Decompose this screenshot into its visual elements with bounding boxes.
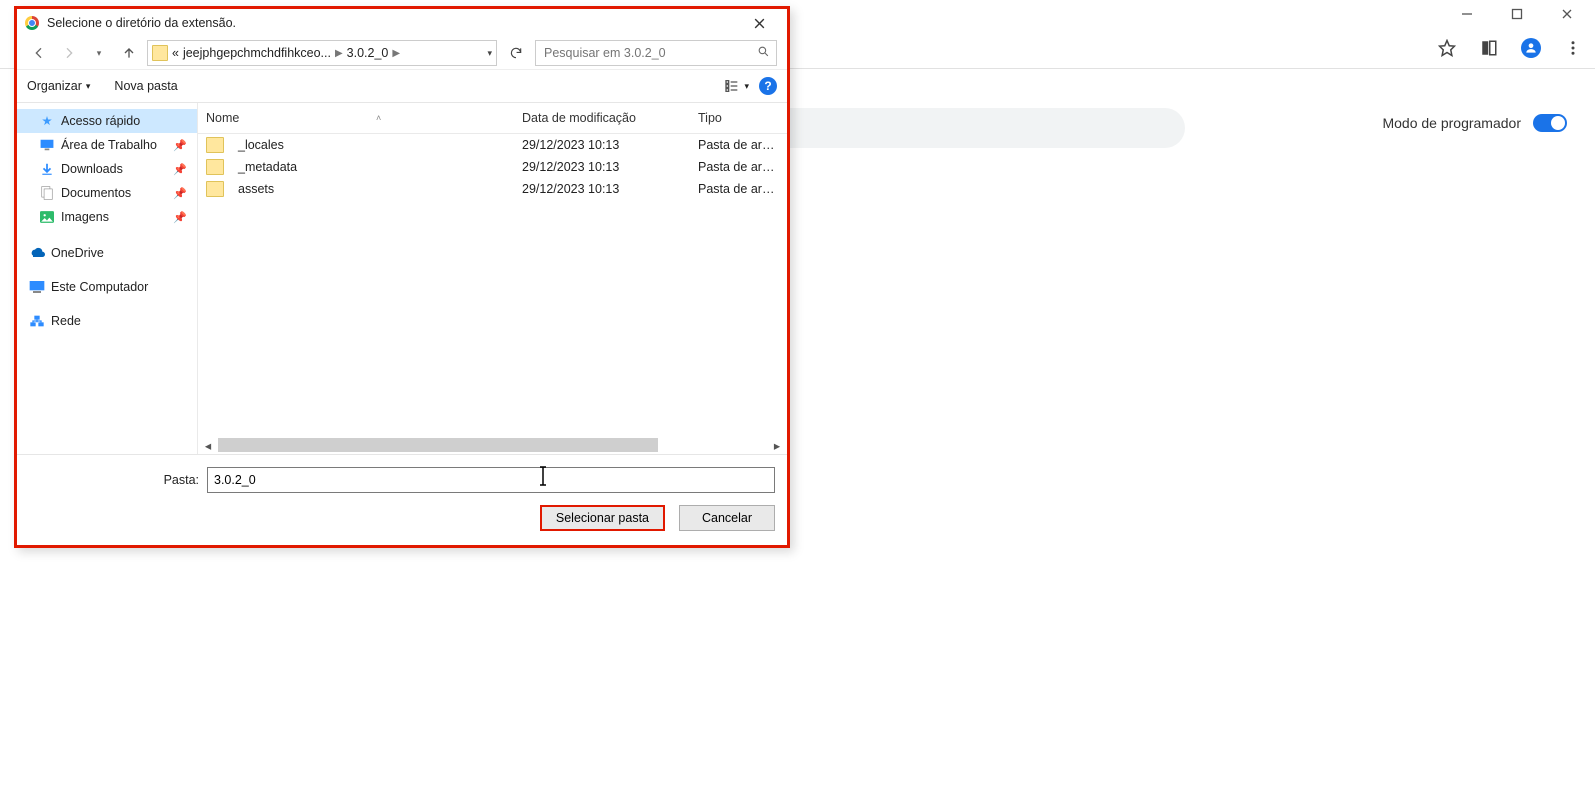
desktop-icon — [39, 137, 55, 153]
folder-field-label: Pasta: — [29, 473, 199, 487]
sidebar-item-label: Downloads — [61, 162, 123, 176]
chevron-right-icon: ▶ — [335, 48, 343, 59]
scroll-thumb[interactable] — [218, 438, 658, 452]
download-icon — [39, 161, 55, 177]
developer-mode-toggle[interactable]: Modo de programador — [1382, 114, 1567, 132]
column-header-date[interactable]: Data de modificação — [514, 107, 690, 129]
folder-icon — [152, 45, 168, 61]
minimize-button[interactable] — [1445, 0, 1489, 28]
sidebar-item-label: Documentos — [61, 186, 131, 200]
sidebar-item-label: Este Computador — [51, 280, 148, 294]
dialog-titlebar: Selecione o diretório da extensão. — [17, 9, 787, 37]
pin-icon: 📌 — [173, 187, 187, 200]
pin-icon: 📌 — [173, 163, 187, 176]
sort-ascending-icon: ˄ — [376, 113, 381, 123]
chevron-down-icon: ▾ — [86, 81, 91, 92]
sidebar-item-label: Rede — [51, 314, 81, 328]
bookmark-star-icon[interactable] — [1437, 38, 1457, 58]
sidebar-item-label: Imagens — [61, 210, 109, 224]
file-type: Pasta de arquivo — [690, 179, 787, 199]
help-icon[interactable]: ? — [759, 77, 777, 95]
chevron-down-icon: ▾ — [744, 81, 749, 92]
close-window-button[interactable] — [1545, 0, 1589, 28]
folder-name-input[interactable] — [207, 467, 775, 493]
organize-label: Organizar — [27, 79, 82, 93]
breadcrumb-item[interactable]: 3.0.2_0 — [347, 46, 389, 60]
nav-back-button[interactable] — [27, 41, 51, 65]
search-input-field[interactable] — [542, 45, 770, 61]
file-name: _locales — [238, 138, 284, 152]
new-folder-button[interactable]: Nova pasta — [114, 79, 177, 93]
folder-icon — [206, 137, 224, 153]
scroll-left-icon[interactable]: ◂ — [200, 437, 216, 453]
documents-icon — [39, 185, 55, 201]
file-type: Pasta de arquivo — [690, 157, 787, 177]
sidebar-item-label: Acesso rápido — [61, 114, 140, 128]
sidebar-item-documents[interactable]: Documentos 📌 — [17, 181, 197, 205]
computer-icon — [29, 279, 45, 295]
sidebar-item-this-pc[interactable]: Este Computador — [17, 273, 197, 301]
breadcrumb-dropdown[interactable]: ▾ — [487, 48, 492, 59]
folder-icon — [206, 181, 224, 197]
cancel-button[interactable]: Cancelar — [679, 505, 775, 531]
file-date: 29/12/2023 10:13 — [514, 157, 690, 177]
refresh-button[interactable] — [503, 41, 529, 65]
select-folder-button[interactable]: Selecionar pasta — [540, 505, 665, 531]
search-input[interactable] — [535, 40, 777, 66]
dialog-close-button[interactable] — [739, 11, 779, 35]
pin-icon: 📌 — [173, 211, 187, 224]
column-header-name[interactable]: Nome ˄ — [198, 107, 514, 129]
sidebar-item-pictures[interactable]: Imagens 📌 — [17, 205, 197, 229]
nav-forward-button[interactable] — [57, 41, 81, 65]
horizontal-scrollbar[interactable]: ◂ ▸ — [198, 436, 787, 454]
file-list-row[interactable]: assets 29/12/2023 10:13Pasta de arquivo — [198, 178, 787, 200]
view-options-button[interactable]: ▾ — [724, 78, 749, 94]
column-header-type[interactable]: Tipo — [690, 107, 787, 129]
maximize-button[interactable] — [1495, 0, 1539, 28]
search-icon — [757, 45, 770, 61]
scroll-right-icon[interactable]: ▸ — [769, 437, 785, 453]
pictures-icon — [39, 209, 55, 225]
profile-avatar[interactable] — [1521, 38, 1541, 58]
file-list-row[interactable]: _metadata 29/12/2023 10:13Pasta de arquiv… — [198, 156, 787, 178]
sidebar-item-label: OneDrive — [51, 246, 104, 260]
sidebar-item-quick-access[interactable]: Acesso rápido — [17, 109, 197, 133]
organize-menu[interactable]: Organizar ▾ — [27, 79, 90, 93]
sidebar-item-network[interactable]: Rede — [17, 307, 197, 335]
star-icon — [39, 113, 55, 129]
new-folder-label: Nova pasta — [114, 79, 177, 93]
nav-up-button[interactable] — [117, 41, 141, 65]
chevron-right-icon: ▶ — [392, 48, 400, 59]
developer-mode-label: Modo de programador — [1382, 115, 1521, 131]
file-name: assets — [238, 182, 274, 196]
file-date: 29/12/2023 10:13 — [514, 179, 690, 199]
sidebar-item-label: Área de Trabalho — [61, 138, 157, 152]
nav-history-dropdown[interactable]: ▾ — [87, 41, 111, 65]
navigation-sidebar: Acesso rápido Área de Trabalho 📌 Downloa… — [17, 103, 197, 454]
file-list-header: Nome ˄ Data de modificação Tipo — [198, 103, 787, 134]
folder-icon — [206, 159, 224, 175]
onedrive-icon — [29, 245, 45, 261]
sidebar-item-downloads[interactable]: Downloads 📌 — [17, 157, 197, 181]
menu-kebab-icon[interactable] — [1563, 38, 1583, 58]
sidebar-item-onedrive[interactable]: OneDrive — [17, 239, 197, 267]
file-date: 29/12/2023 10:13 — [514, 135, 690, 155]
breadcrumb-bar[interactable]: « jeejphgepchmchdfihkceo... ▶ 3.0.2_0 ▶ … — [147, 40, 497, 66]
file-list-row[interactable]: _locales 29/12/2023 10:13Pasta de arquivo — [198, 134, 787, 156]
breadcrumb-item[interactable]: jeejphgepchmchdfihkceo... — [183, 46, 331, 60]
chrome-logo-icon — [25, 16, 39, 30]
pin-icon: 📌 — [173, 139, 187, 152]
breadcrumb-overflow[interactable]: « — [172, 46, 179, 60]
reading-list-icon[interactable] — [1479, 38, 1499, 58]
dialog-title: Selecione o diretório da extensão. — [47, 16, 731, 30]
toggle-switch-icon[interactable] — [1533, 114, 1567, 132]
sidebar-item-desktop[interactable]: Área de Trabalho 📌 — [17, 133, 197, 157]
file-name: _metadata — [238, 160, 297, 174]
network-icon — [29, 313, 45, 329]
file-type: Pasta de arquivo — [690, 135, 787, 155]
